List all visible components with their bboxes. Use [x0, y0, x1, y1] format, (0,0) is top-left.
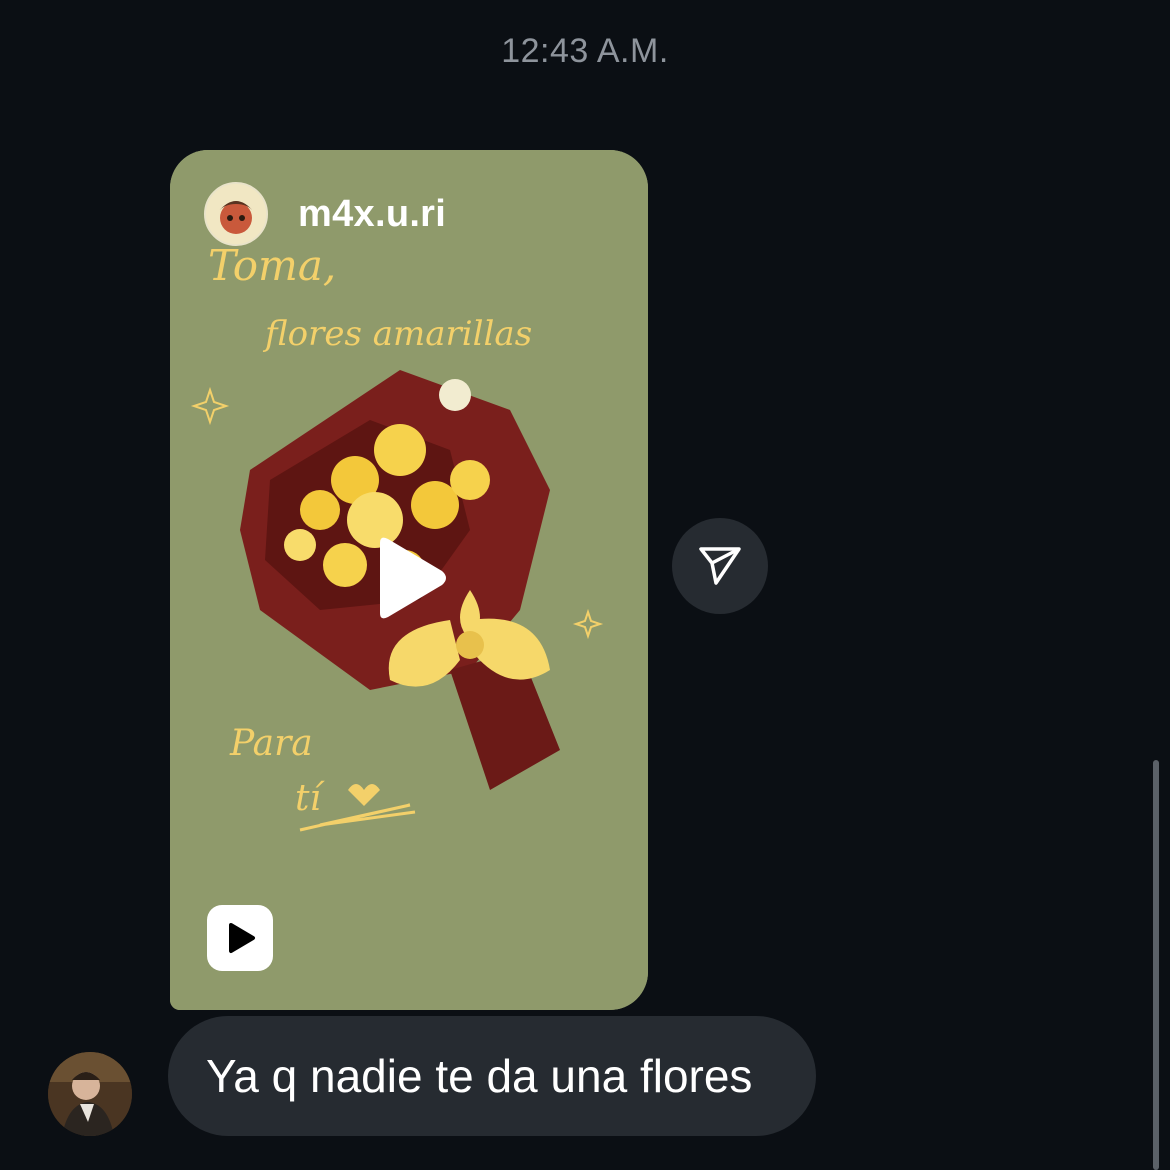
- play-icon[interactable]: [370, 535, 450, 621]
- sender-avatar[interactable]: [48, 1052, 132, 1136]
- reels-icon: [207, 905, 273, 971]
- message-text: Ya q nadie te da una flores: [206, 1050, 753, 1102]
- message-bubble[interactable]: Ya q nadie te da una flores: [168, 1016, 816, 1136]
- share-button[interactable]: [672, 518, 768, 614]
- reel-author-avatar[interactable]: [204, 182, 268, 246]
- reel-header[interactable]: m4x.u.ri: [204, 182, 446, 246]
- send-icon: [699, 547, 741, 585]
- handwritten-line-3: Para: [229, 723, 313, 764]
- scrollbar[interactable]: [1153, 760, 1159, 1170]
- shared-reel-card[interactable]: Toma, flores amarillas Para tí m4x.u.ri: [170, 150, 648, 1010]
- handwritten-line-1: Toma,: [208, 241, 336, 290]
- reel-username[interactable]: m4x.u.ri: [298, 193, 446, 236]
- handwritten-line-4: tí: [295, 778, 325, 819]
- handwritten-line-2: flores amarillas: [262, 314, 532, 354]
- message-timestamp: 12:43 A.M.: [501, 32, 669, 70]
